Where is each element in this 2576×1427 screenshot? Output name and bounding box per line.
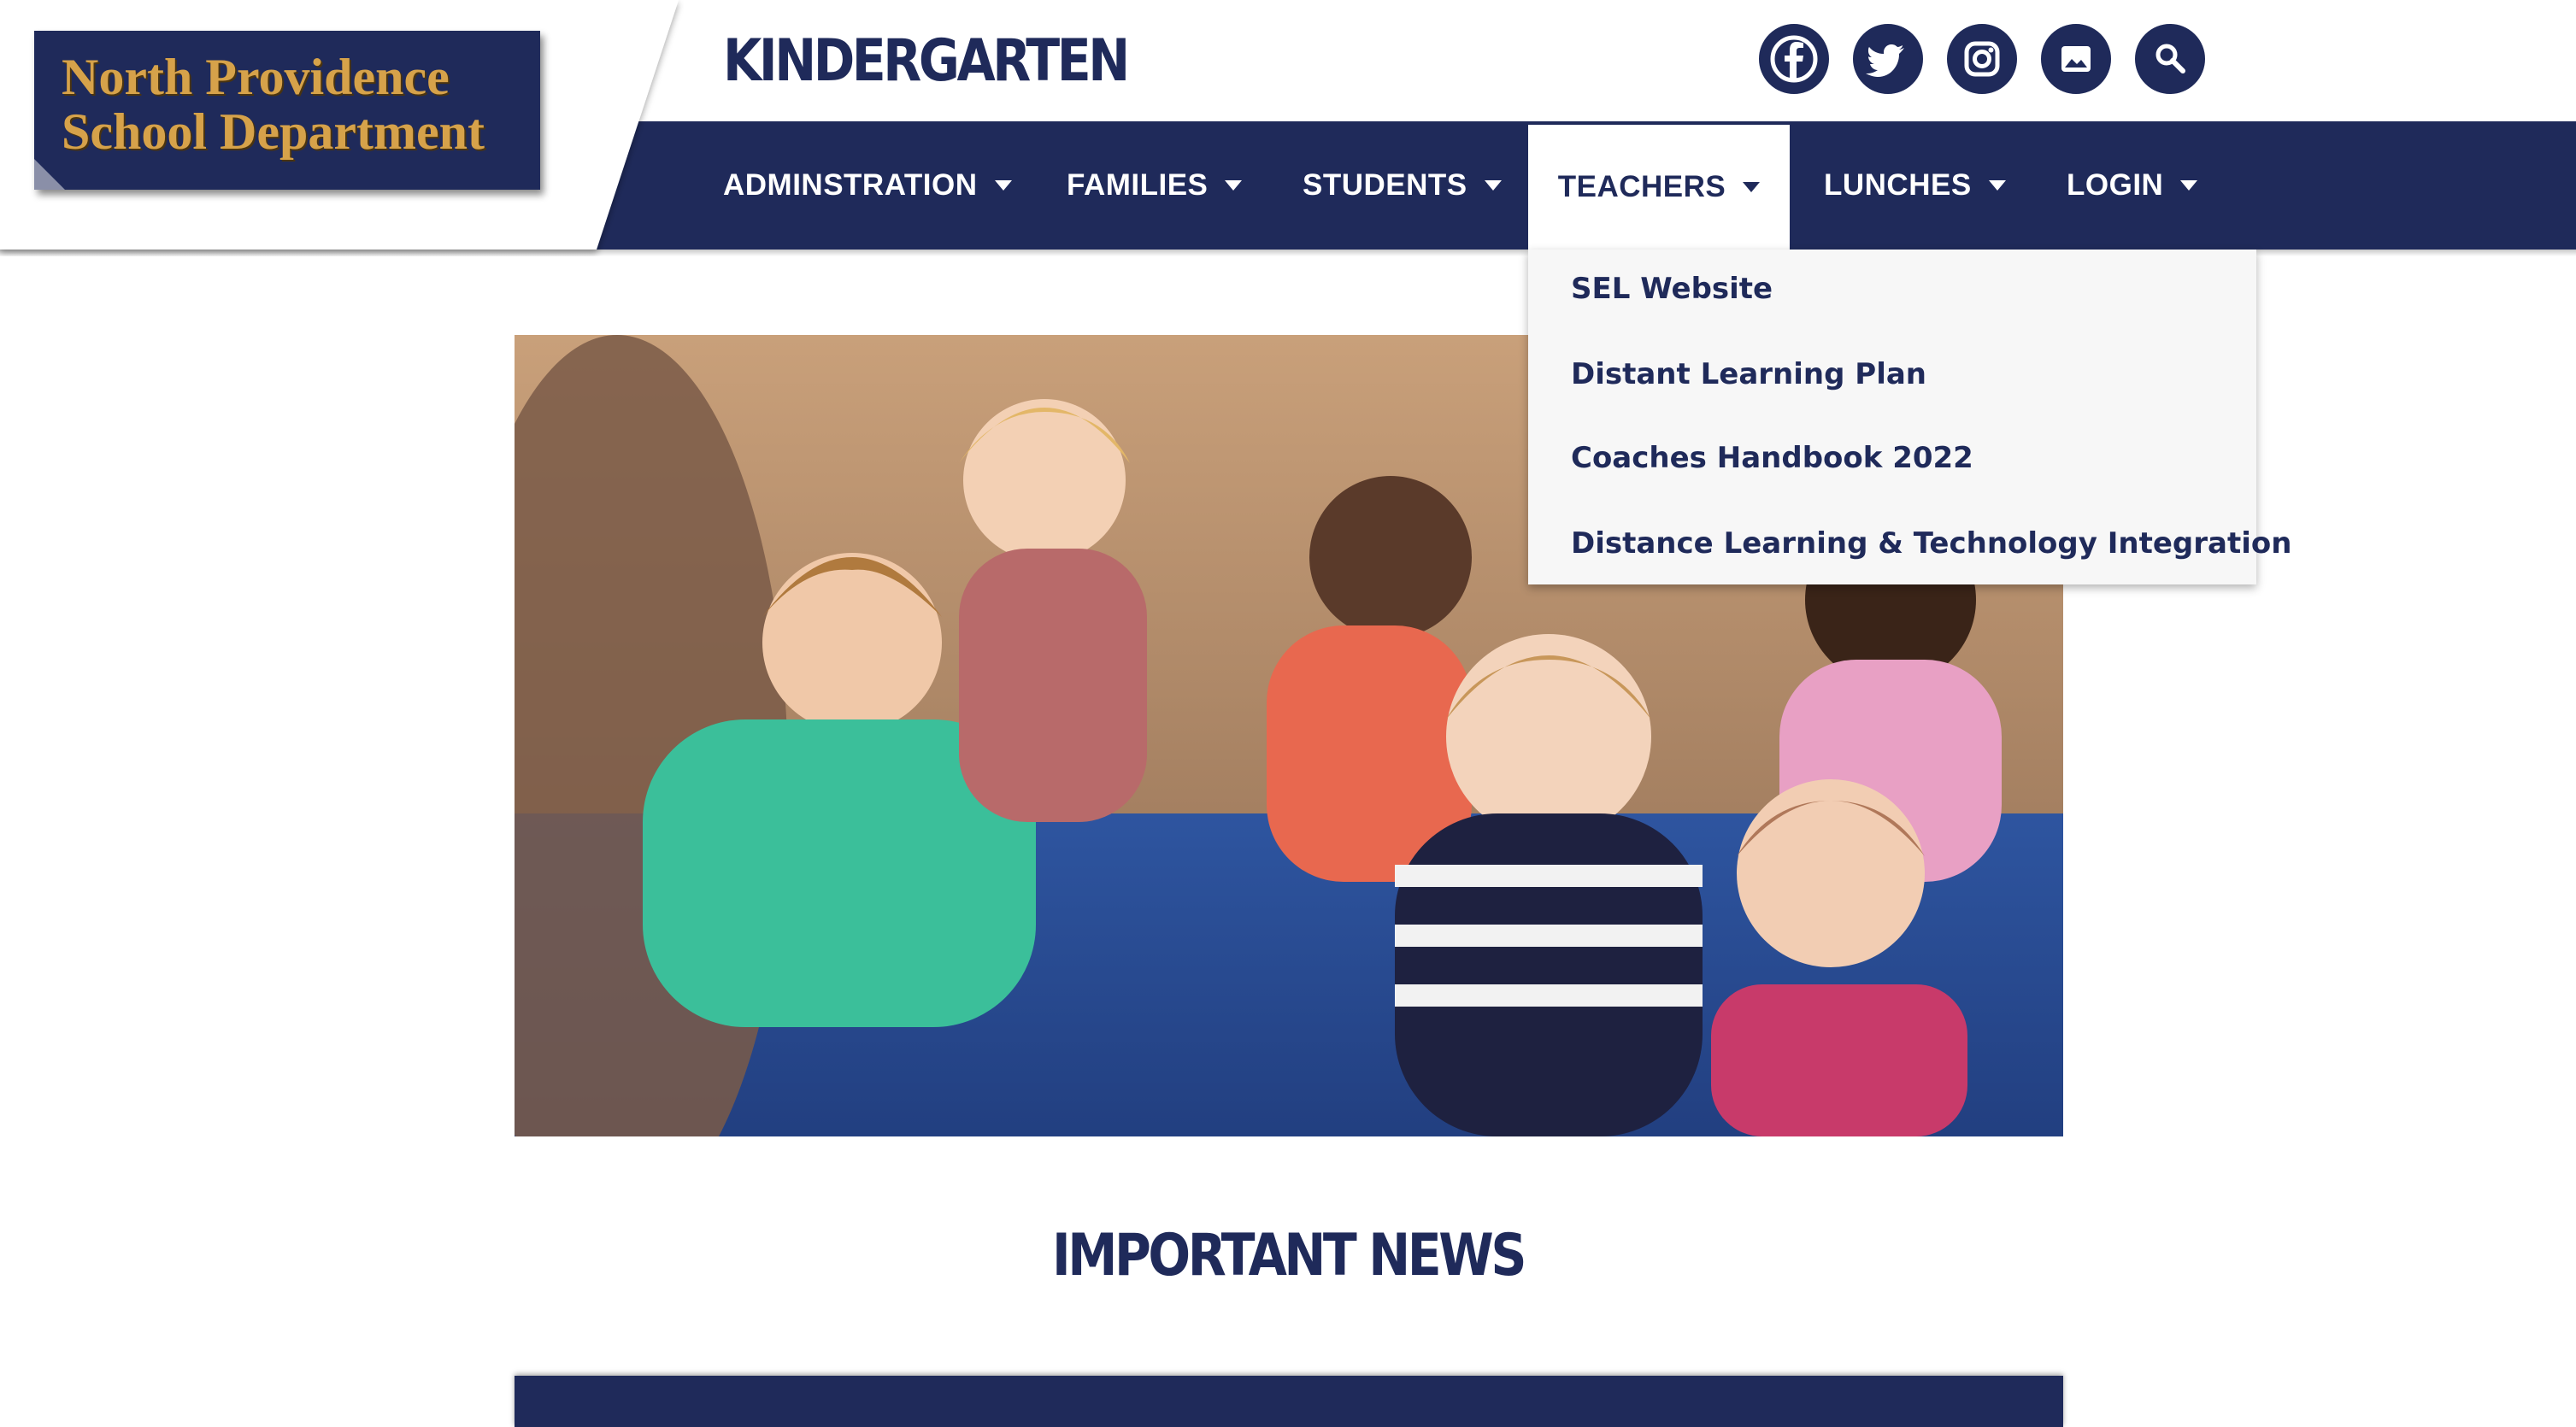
dropdown-item-coaches-handbook[interactable]: Coaches Handbook 2022 [1571, 432, 1973, 484]
dropdown-item-distance-learning-technology[interactable]: Distance Learning & Technology Integrati… [1571, 518, 2291, 569]
section-heading-text: IMPORTANT NEWS [1051, 1222, 1527, 1289]
facebook-glyph [1770, 35, 1818, 83]
page-title: KINDERGARTEN [723, 27, 1130, 95]
logo[interactable]: North Providence School Department [34, 31, 540, 190]
nav-item-label: LUNCHES [1824, 168, 1972, 202]
nav-item-lunches[interactable]: LUNCHES [1824, 121, 2006, 250]
section-heading: IMPORTANT NEWS [0, 1220, 2576, 1292]
logo-fold-corner [34, 159, 65, 190]
instagram-icon[interactable] [1947, 24, 2017, 94]
nav-item-families[interactable]: FAMILIES [1067, 121, 1243, 250]
child-figure [959, 399, 1147, 822]
nav-item-administration[interactable]: ADMINSTRATION [723, 121, 1012, 250]
nav-item-students[interactable]: STUDENTS [1303, 121, 1502, 250]
logo-panel[interactable]: North Providence School Department [0, 0, 684, 250]
logo-line-2: School Department [62, 103, 485, 160]
nav-item-label: ADMINSTRATION [723, 168, 978, 202]
dropdown-item-sel-website[interactable]: SEL Website [1571, 263, 1773, 314]
instagram-glyph [1964, 41, 2000, 77]
logo-text: North Providence School Department [62, 50, 540, 159]
twitter-glyph [1866, 44, 1904, 77]
nav-item-label: TEACHERS [1557, 170, 1726, 203]
teachers-dropdown-menu: SEL Website Distant Learning Plan Coache… [1528, 250, 2291, 584]
nav-item-label: FAMILIES [1067, 168, 1209, 202]
chevron-down-icon [1225, 180, 1243, 191]
chevron-down-icon [1988, 180, 2006, 191]
search-glyph [2155, 44, 2185, 73]
chevron-down-icon [1743, 182, 1761, 192]
news-panel [515, 1376, 2063, 1427]
logo-line-1: North Providence [62, 49, 450, 105]
nav-item-login[interactable]: LOGIN [2067, 121, 2198, 250]
dropdown-item-distant-learning-plan[interactable]: Distant Learning Plan [1571, 349, 1926, 400]
facebook-icon[interactable] [1759, 24, 1829, 94]
twitter-icon[interactable] [1853, 24, 1923, 94]
chevron-down-icon [2180, 180, 2198, 191]
search-icon[interactable] [2135, 24, 2205, 94]
nav-item-teachers[interactable]: TEACHERS [1528, 125, 1790, 250]
chevron-down-icon [994, 180, 1012, 191]
gallery-icon[interactable] [2041, 24, 2111, 94]
nav-item-label: STUDENTS [1303, 168, 1467, 202]
chevron-down-icon [1484, 180, 1502, 191]
nav-item-label: LOGIN [2067, 168, 2164, 202]
gallery-glyph [2061, 46, 2091, 72]
